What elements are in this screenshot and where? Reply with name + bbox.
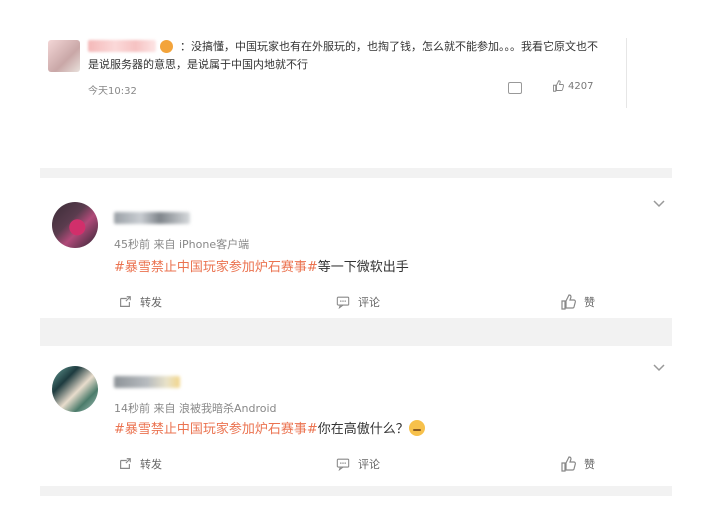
repost-icon (120, 296, 131, 307)
comment-text: ：没搞懂，中国玩家也有在外服玩的，也掏了钱，怎么就不能参加。。。我看它原文也不是… (88, 40, 598, 71)
top-comment: ：没搞懂，中国玩家也有在外服玩的，也掏了钱，怎么就不能参加。。。我看它原文也不是… (48, 38, 628, 104)
thumbs-up-icon (561, 456, 576, 472)
repost-label: 转发 (140, 458, 162, 471)
post-meta: 14秒前 来自 浪被我暗杀Android (114, 402, 277, 415)
feed-separator (40, 318, 672, 346)
thumbs-up-icon (561, 294, 576, 310)
hashtag-link[interactable]: #暴雪禁止中国玩家参加炉石赛事# (114, 422, 318, 437)
repost-icon (120, 458, 131, 469)
comment-button[interactable]: 评论 (336, 456, 380, 472)
thinking-face-icon (408, 420, 425, 436)
like-count: 4207 (568, 80, 594, 92)
feed-post: 14秒前 来自 浪被我暗杀Android #暴雪禁止中国玩家参加炉石赛事#你在高… (40, 346, 672, 486)
post-actions: 转发 评论 赞 (114, 456, 634, 474)
feed-separator (40, 486, 672, 496)
repost-button[interactable]: 转发 (118, 294, 162, 310)
post-meta: 45秒前 来自 iPhone客户端 (114, 238, 250, 251)
repost-button[interactable]: 转发 (118, 456, 162, 472)
avatar[interactable] (52, 202, 98, 248)
comment-icon (336, 296, 350, 309)
comment-button[interactable]: 评论 (336, 294, 380, 310)
comment-time: 今天10:32 (88, 86, 137, 97)
feed-separator (40, 168, 672, 178)
username-blurred[interactable] (114, 212, 190, 224)
like-label: 赞 (584, 458, 595, 471)
chevron-down-icon[interactable] (652, 362, 666, 376)
post-text: 你在高傲什么？ (317, 422, 409, 437)
comment-icon (336, 458, 350, 471)
feed-post: 45秒前 来自 iPhone客户端 #暴雪禁止中国玩家参加炉石赛事#等一下微软出… (40, 178, 672, 318)
divider (626, 38, 627, 108)
post-text: 等一下微软出手 (317, 260, 409, 275)
post-content: #暴雪禁止中国玩家参加炉石赛事#等一下微软出手 (114, 256, 409, 275)
like-button[interactable]: 赞 (560, 294, 595, 310)
thumbs-up-icon (553, 80, 564, 92)
comment-label: 评论 (358, 296, 380, 309)
avatar[interactable] (52, 366, 98, 412)
like-label: 赞 (584, 296, 595, 309)
username-blurred[interactable] (114, 376, 180, 388)
like-button[interactable]: 赞 (560, 456, 595, 472)
post-content: #暴雪禁止中国玩家参加炉石赛事#你在高傲什么？ (114, 418, 425, 437)
repost-label: 转发 (140, 296, 162, 309)
comment-label: 评论 (358, 458, 380, 471)
post-actions: 转发 评论 赞 (114, 294, 634, 312)
chevron-down-icon[interactable] (652, 198, 666, 212)
reply-icon[interactable] (508, 82, 522, 94)
hashtag-link[interactable]: #暴雪禁止中国玩家参加炉石赛事# (114, 260, 318, 275)
avatar[interactable] (48, 40, 80, 72)
like-button[interactable]: 4207 (552, 80, 593, 92)
